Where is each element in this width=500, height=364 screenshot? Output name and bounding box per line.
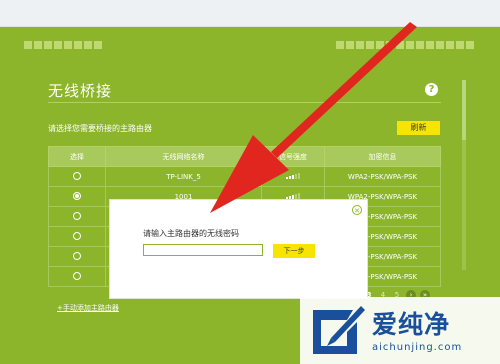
logo-icon [313, 306, 365, 354]
arrow-shaft [271, 22, 417, 158]
watermark-url: aichunjing.com [372, 342, 463, 353]
watermark-text: 爱纯净 [372, 310, 451, 339]
